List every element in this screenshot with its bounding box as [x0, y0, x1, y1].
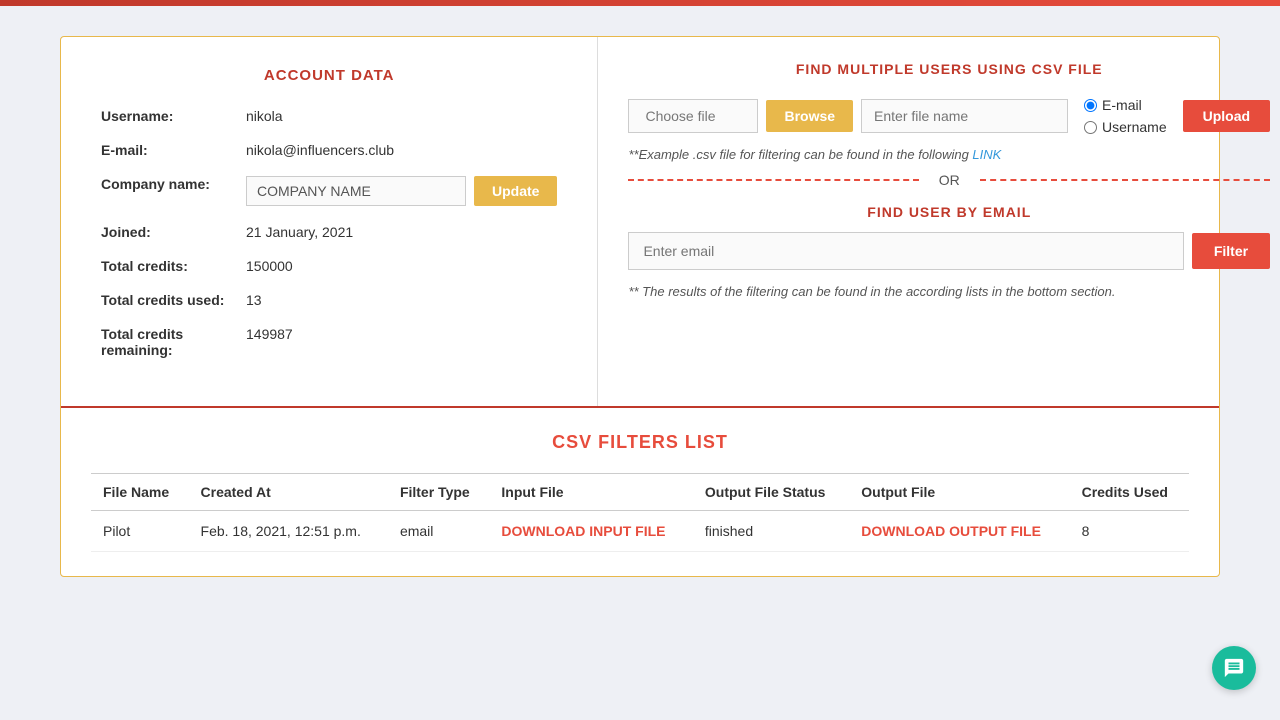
- table-row: Pilot Feb. 18, 2021, 12:51 p.m. email DO…: [91, 511, 1189, 552]
- th-filter-type: Filter Type: [388, 474, 489, 511]
- credits-remaining-label: Total credits remaining:: [101, 326, 246, 358]
- joined-value: 21 January, 2021: [246, 224, 353, 240]
- table-body: Pilot Feb. 18, 2021, 12:51 p.m. email DO…: [91, 511, 1189, 552]
- row-filter-type: email: [388, 511, 489, 552]
- joined-row: Joined: 21 January, 2021: [101, 224, 557, 240]
- browse-button[interactable]: Browse: [766, 100, 853, 132]
- radio-email-input[interactable]: [1084, 99, 1097, 112]
- row-input-file[interactable]: DOWNLOAD INPUT FILE: [489, 511, 693, 552]
- download-input-link[interactable]: DOWNLOAD INPUT FILE: [501, 523, 665, 539]
- table-head: File Name Created At Filter Type Input F…: [91, 474, 1189, 511]
- choose-file-box: Choose file: [628, 99, 758, 133]
- page-wrapper: ACCOUNT DATA Username: nikola E-mail: ni…: [0, 6, 1280, 607]
- find-email-title: FIND USER BY EMAIL: [628, 204, 1270, 220]
- card-top: ACCOUNT DATA Username: nikola E-mail: ni…: [61, 37, 1219, 408]
- email-filter-input[interactable]: [628, 232, 1183, 270]
- dashed-line-left: [628, 179, 918, 181]
- radio-email-label: E-mail: [1102, 97, 1142, 113]
- row-output-file-status: finished: [693, 511, 849, 552]
- results-note: ** The results of the filtering can be f…: [628, 284, 1270, 299]
- bottom-section: CSV FILTERS LIST File Name Created At Fi…: [61, 408, 1219, 576]
- joined-label: Joined:: [101, 224, 246, 240]
- radio-email[interactable]: E-mail: [1084, 97, 1167, 113]
- table-header-row: File Name Created At Filter Type Input F…: [91, 474, 1189, 511]
- th-created-at: Created At: [189, 474, 388, 511]
- right-panel: FIND MULTIPLE USERS USING CSV FILE Choos…: [598, 37, 1280, 406]
- csv-upload-row: Choose file Browse E-mail Username Up: [628, 97, 1270, 135]
- left-panel: ACCOUNT DATA Username: nikola E-mail: ni…: [61, 37, 598, 406]
- credits-used-label: Total credits used:: [101, 292, 246, 308]
- radio-username-input[interactable]: [1084, 121, 1097, 134]
- email-value: nikola@influencers.club: [246, 142, 394, 158]
- company-input-row: Update: [246, 176, 557, 206]
- total-credits-value: 150000: [246, 258, 293, 274]
- credits-used-value: 13: [246, 292, 262, 308]
- main-card: ACCOUNT DATA Username: nikola E-mail: ni…: [60, 36, 1220, 577]
- csv-link[interactable]: LINK: [972, 147, 1001, 162]
- th-output-file: Output File: [849, 474, 1069, 511]
- email-row: E-mail: nikola@influencers.club: [101, 142, 557, 158]
- divider-or: OR: [628, 172, 1270, 188]
- th-credits-used: Credits Used: [1070, 474, 1189, 511]
- th-input-file: Input File: [489, 474, 693, 511]
- radio-group: E-mail Username: [1084, 97, 1167, 135]
- company-label: Company name:: [101, 176, 246, 192]
- or-label: OR: [919, 172, 980, 188]
- radio-username-label: Username: [1102, 119, 1167, 135]
- company-row: Company name: Update: [101, 176, 557, 206]
- dashed-line-right: [980, 179, 1270, 181]
- filter-button[interactable]: Filter: [1192, 233, 1270, 269]
- username-label: Username:: [101, 108, 246, 124]
- upload-button[interactable]: Upload: [1183, 100, 1270, 132]
- download-output-link[interactable]: DOWNLOAD OUTPUT FILE: [861, 523, 1041, 539]
- th-output-file-status: Output File Status: [693, 474, 849, 511]
- account-title: ACCOUNT DATA: [101, 67, 557, 84]
- csv-note: **Example .csv file for filtering can be…: [628, 147, 1270, 162]
- company-name-input[interactable]: [246, 176, 466, 206]
- email-label: E-mail:: [101, 142, 246, 158]
- credits-remaining-value: 149987: [246, 326, 293, 342]
- th-file-name: File Name: [91, 474, 189, 511]
- total-credits-label: Total credits:: [101, 258, 246, 274]
- username-row: Username: nikola: [101, 108, 557, 124]
- find-csv-title: FIND MULTIPLE USERS USING CSV FILE: [628, 61, 1270, 77]
- file-name-input[interactable]: [861, 99, 1068, 133]
- update-button[interactable]: Update: [474, 176, 557, 206]
- row-file-name: Pilot: [91, 511, 189, 552]
- csv-note-text: **Example .csv file for filtering can be…: [628, 147, 972, 162]
- row-created-at: Feb. 18, 2021, 12:51 p.m.: [189, 511, 388, 552]
- csv-list-title: CSV FILTERS LIST: [91, 432, 1189, 453]
- total-credits-row: Total credits: 150000: [101, 258, 557, 274]
- credits-remaining-row: Total credits remaining: 149987: [101, 326, 557, 358]
- email-filter-row: Filter: [628, 232, 1270, 270]
- csv-filters-table: File Name Created At Filter Type Input F…: [91, 473, 1189, 552]
- radio-username[interactable]: Username: [1084, 119, 1167, 135]
- chat-bubble[interactable]: [1212, 646, 1256, 690]
- username-value: nikola: [246, 108, 283, 124]
- row-output-file[interactable]: DOWNLOAD OUTPUT FILE: [849, 511, 1069, 552]
- row-credits-used: 8: [1070, 511, 1189, 552]
- credits-used-row: Total credits used: 13: [101, 292, 557, 308]
- chat-icon: [1223, 657, 1245, 679]
